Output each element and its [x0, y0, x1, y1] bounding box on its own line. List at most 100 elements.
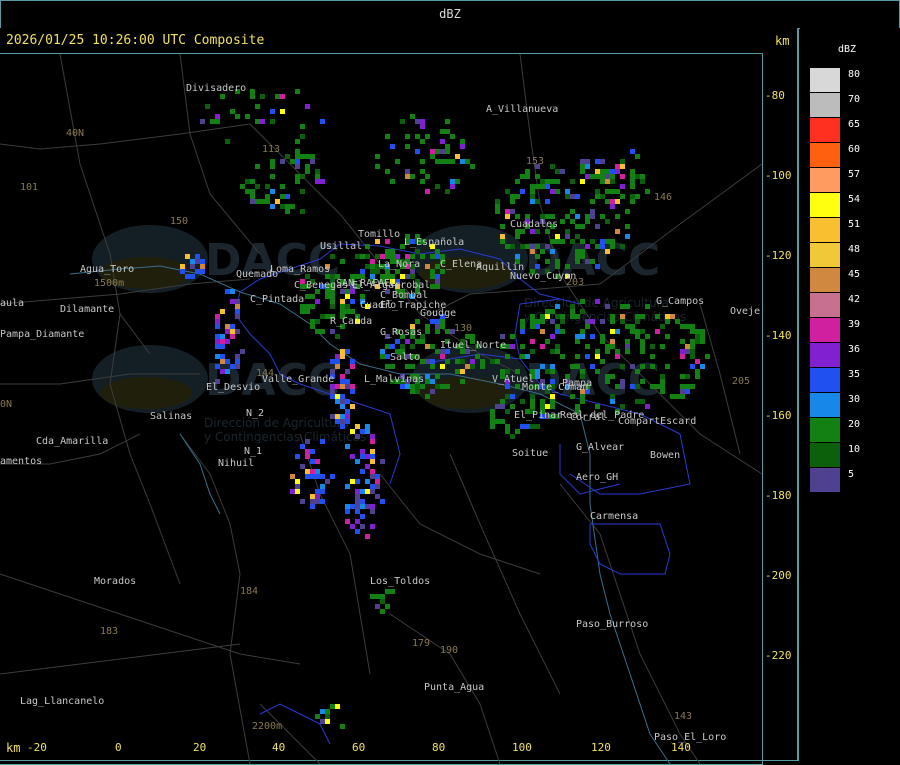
echo-cell: [370, 259, 375, 264]
echo-cell: [340, 404, 345, 409]
echo-cell: [235, 114, 240, 119]
echo-cell: [350, 359, 355, 364]
echo-cell: [580, 224, 585, 229]
echo-cell: [580, 299, 585, 304]
place-label: 40N: [66, 128, 84, 139]
echo-cell: [630, 199, 635, 204]
echo-cell: [550, 394, 555, 399]
echo-cell: [670, 314, 675, 319]
echo-cell: [215, 319, 220, 324]
echo-cell: [590, 319, 595, 324]
echo-cell: [315, 499, 320, 504]
echo-cell: [435, 279, 440, 284]
echo-cell: [365, 489, 370, 494]
echo-cell: [555, 179, 560, 184]
echo-cell: [360, 449, 365, 454]
echo-cell: [600, 239, 605, 244]
echo-cell: [350, 364, 355, 369]
echo-cell: [430, 319, 435, 324]
echo-cell: [305, 474, 310, 479]
echo-cell: [370, 459, 375, 464]
echo-cell: [250, 194, 255, 199]
echo-cell: [680, 384, 685, 389]
echo-cell: [320, 489, 325, 494]
echo-cell: [500, 404, 505, 409]
echo-cell: [310, 294, 315, 299]
echo-cell: [345, 379, 350, 384]
echo-cell: [455, 359, 460, 364]
echo-cell: [640, 339, 645, 344]
echo-cell: [320, 329, 325, 334]
echo-cell: [235, 364, 240, 369]
echo-cell: [470, 334, 475, 339]
echo-cell: [340, 419, 345, 424]
echo-cell: [445, 329, 450, 334]
echo-cell: [345, 484, 350, 489]
echo-cell: [550, 319, 555, 324]
echo-cell: [600, 359, 605, 364]
echo-cell: [220, 339, 225, 344]
echo-cell: [255, 199, 260, 204]
echo-cell: [325, 294, 330, 299]
echo-cell: [340, 379, 345, 384]
watermark-line-1: Dirección de Agricultura: [204, 416, 349, 430]
echo-cell: [330, 329, 335, 334]
echo-cell: [445, 119, 450, 124]
echo-cell: [385, 344, 390, 349]
echo-cell: [605, 304, 610, 309]
radar-map[interactable]: DACC DACC Dirección de Agricultura y Con…: [0, 53, 763, 765]
echo-cell: [410, 344, 415, 349]
place-label: 130: [454, 323, 472, 334]
echo-cell: [215, 364, 220, 369]
echo-cell: [530, 189, 535, 194]
echo-cell: [360, 514, 365, 519]
echo-cell: [445, 359, 450, 364]
echo-cell: [495, 359, 500, 364]
echo-cell: [610, 344, 615, 349]
echo-cell: [630, 149, 635, 154]
echo-cell: [300, 499, 305, 504]
echo-cell: [355, 499, 360, 504]
echo-cell: [350, 524, 355, 529]
echo-cell: [530, 194, 535, 199]
echo-cell: [580, 254, 585, 259]
echo-cell: [350, 384, 355, 389]
echo-cell: [380, 459, 385, 464]
place-label: G_Rosas: [380, 327, 422, 338]
echo-cell: [660, 344, 665, 349]
place-label: 203: [566, 277, 584, 288]
echo-cell: [520, 424, 525, 429]
echo-cell: [550, 404, 555, 409]
echo-cell: [215, 324, 220, 329]
echo-cell: [610, 329, 615, 334]
echo-cell: [700, 364, 705, 369]
echo-cell: [360, 294, 365, 299]
place-label: amentos: [0, 456, 42, 467]
echo-cell: [555, 314, 560, 319]
echo-cell: [405, 339, 410, 344]
echo-cell: [610, 244, 615, 249]
echo-cell: [310, 499, 315, 504]
echo-cell: [640, 379, 645, 384]
echo-cell: [520, 344, 525, 349]
echo-cell: [275, 199, 280, 204]
echo-cell: [290, 159, 295, 164]
echo-cell: [370, 469, 375, 474]
echo-cell: [605, 169, 610, 174]
echo-cell: [430, 269, 435, 274]
echo-cell: [340, 394, 345, 399]
echo-cell: [615, 384, 620, 389]
echo-cell: [665, 334, 670, 339]
echo-cell: [505, 209, 510, 214]
echo-cell: [565, 234, 570, 239]
legend-swatch: [810, 368, 840, 392]
echo-cell: [545, 259, 550, 264]
echo-cell: [450, 159, 455, 164]
legend-value: 45: [848, 269, 861, 280]
echo-cell: [410, 364, 415, 369]
place-label: Salto: [390, 352, 420, 363]
watermark-line-2: y Contingencias Climáticas: [204, 430, 366, 444]
x-tick-label: 60: [352, 741, 366, 754]
echo-cell: [340, 414, 345, 419]
echo-cell: [275, 94, 280, 99]
